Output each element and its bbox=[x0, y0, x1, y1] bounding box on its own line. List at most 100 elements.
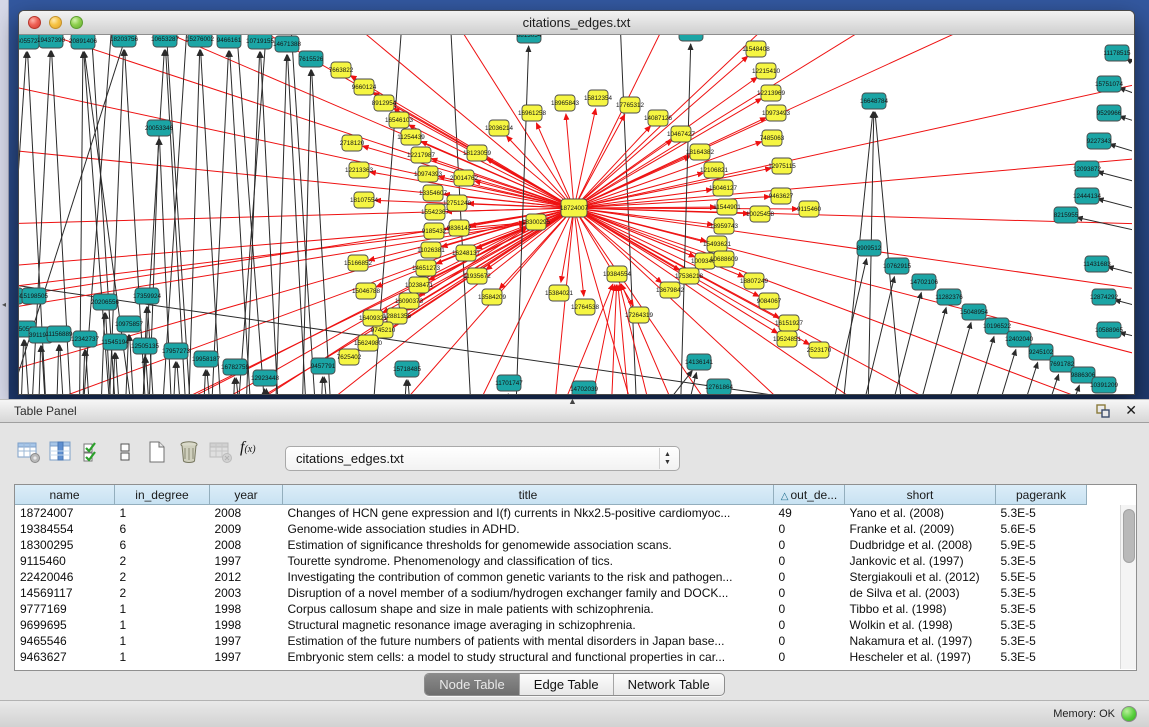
table-cell[interactable]: 5.5E-5 bbox=[996, 569, 1087, 585]
network-node[interactable]: 12761864 bbox=[705, 379, 734, 394]
network-node[interactable]: 18965843 bbox=[551, 95, 580, 111]
network-node[interactable]: 16961258 bbox=[518, 105, 547, 121]
network-node[interactable]: 8912954 bbox=[372, 95, 397, 111]
table-cell[interactable]: 18724007 bbox=[15, 505, 115, 522]
table-cell[interactable]: Dudbridge et al. (2008) bbox=[845, 537, 996, 553]
network-node[interactable]: 9185432 bbox=[422, 223, 447, 239]
network-node[interactable]: 10973493 bbox=[762, 105, 791, 121]
network-node[interactable]: 14702039 bbox=[570, 381, 599, 394]
table-cell[interactable]: Wolkin et al. (1998) bbox=[845, 617, 996, 633]
network-node[interactable]: 12213363 bbox=[345, 162, 374, 178]
table-cell[interactable]: 5.3E-5 bbox=[996, 585, 1087, 601]
network-node[interactable]: 8215955 bbox=[1054, 207, 1079, 223]
network-node[interactable]: 18959743 bbox=[710, 218, 739, 234]
network-node[interactable]: 16248137 bbox=[452, 245, 481, 261]
network-node[interactable]: 12874292 bbox=[1090, 289, 1119, 305]
table-settings-icon[interactable] bbox=[16, 439, 42, 465]
network-node[interactable]: 15718485 bbox=[393, 361, 422, 377]
network-node[interactable]: 14087126 bbox=[644, 110, 673, 126]
table-row[interactable]: 946362711997Embryonic stem cells: a mode… bbox=[15, 649, 1137, 665]
network-node[interactable]: 18123059 bbox=[463, 145, 492, 161]
hide-columns-icon[interactable] bbox=[112, 439, 138, 465]
new-column-icon[interactable] bbox=[144, 439, 170, 465]
network-node[interactable]: 11254439 bbox=[397, 129, 425, 145]
network-node[interactable]: 10653287 bbox=[151, 35, 180, 47]
column-header-short[interactable]: short bbox=[845, 485, 996, 505]
table-cell[interactable]: 1 bbox=[115, 649, 210, 665]
network-node[interactable]: 12923448 bbox=[251, 370, 280, 386]
table-cell[interactable]: 5.3E-5 bbox=[996, 601, 1087, 617]
network-node[interactable]: 15046788 bbox=[352, 283, 381, 299]
table-cell[interactable]: 2008 bbox=[210, 505, 283, 522]
table-cell[interactable]: 2003 bbox=[210, 585, 283, 601]
network-node[interactable]: 15751074 bbox=[1095, 76, 1124, 92]
table-cell[interactable]: 0 bbox=[774, 521, 845, 537]
network-node[interactable]: 15048954 bbox=[960, 304, 989, 320]
network-node[interactable]: 20014762 bbox=[450, 170, 479, 186]
table-cell[interactable]: 1 bbox=[115, 633, 210, 649]
table-cell[interactable]: Jankovic et al. (1997) bbox=[845, 553, 996, 569]
table-cell[interactable]: 0 bbox=[774, 601, 845, 617]
table-cell[interactable]: 5.3E-5 bbox=[996, 505, 1087, 522]
network-node[interactable]: 12444134 bbox=[1073, 188, 1102, 204]
table-cell[interactable]: Stergiakouli et al. (2012) bbox=[845, 569, 996, 585]
network-node[interactable]: 10975857 bbox=[115, 316, 144, 332]
table-cell[interactable]: Genome-wide association studies in ADHD. bbox=[283, 521, 774, 537]
network-node[interactable]: 18300295 bbox=[522, 214, 551, 230]
network-node[interactable]: 12751248 bbox=[443, 195, 472, 211]
function-builder-icon[interactable]: f(x) bbox=[240, 439, 266, 465]
table-cell[interactable]: 0 bbox=[774, 649, 845, 665]
table-row[interactable]: 2242004622012Investigating the contribut… bbox=[15, 569, 1137, 585]
table-cell[interactable]: 5.3E-5 bbox=[996, 553, 1087, 569]
splitter-handle[interactable]: ▲ bbox=[568, 396, 577, 406]
float-panel-icon[interactable] bbox=[1095, 403, 1111, 419]
network-node[interactable]: 11026381 bbox=[417, 242, 445, 258]
network-node[interactable]: 13679842 bbox=[656, 282, 685, 298]
network-node[interactable]: 11548408 bbox=[742, 41, 770, 57]
network-node[interactable]: 20053346 bbox=[145, 120, 174, 136]
table-cell[interactable]: 9777169 bbox=[15, 601, 115, 617]
network-node[interactable]: 16090373 bbox=[395, 293, 424, 309]
tab-network-table[interactable]: Network Table bbox=[614, 674, 724, 695]
network-node[interactable]: 2718120 bbox=[340, 135, 365, 151]
network-node[interactable]: 8909512 bbox=[857, 240, 882, 256]
network-node[interactable]: 9463627 bbox=[769, 188, 794, 204]
network-node[interactable]: 11701747 bbox=[495, 375, 523, 391]
table-cell[interactable]: 0 bbox=[774, 633, 845, 649]
table-cell[interactable]: 1997 bbox=[210, 649, 283, 665]
network-node[interactable]: 10196522 bbox=[983, 318, 1012, 334]
network-node[interactable]: 15624980 bbox=[354, 335, 383, 351]
table-row[interactable]: 969969511998Structural magnetic resonanc… bbox=[15, 617, 1137, 633]
network-node[interactable]: 12093872 bbox=[1073, 161, 1102, 177]
table-cell[interactable]: Tibbo et al. (1998) bbox=[845, 601, 996, 617]
network-node[interactable]: 16648784 bbox=[860, 93, 889, 109]
table-cell[interactable]: 6 bbox=[115, 521, 210, 537]
network-node[interactable]: 11544901 bbox=[713, 199, 741, 215]
network-node[interactable]: 18107554 bbox=[350, 192, 379, 208]
network-node[interactable]: 12217987 bbox=[407, 147, 436, 163]
table-cell[interactable]: 18300295 bbox=[15, 537, 115, 553]
table-row[interactable]: 977716911998Corpus callosum shape and si… bbox=[15, 601, 1137, 617]
table-cell[interactable]: 5.6E-5 bbox=[996, 521, 1087, 537]
network-node[interactable]: 13584209 bbox=[478, 289, 507, 305]
network-node[interactable]: 10974393 bbox=[414, 166, 443, 182]
table-cell[interactable]: Investigating the contribution of common… bbox=[283, 569, 774, 585]
table-cell[interactable]: 1 bbox=[115, 601, 210, 617]
table-cell[interactable]: Estimation of the future numbers of pati… bbox=[283, 633, 774, 649]
network-node[interactable]: 11935672 bbox=[463, 268, 491, 284]
table-cell[interactable]: 0 bbox=[774, 585, 845, 601]
network-node[interactable]: 7663822 bbox=[329, 62, 354, 78]
column-header-pagerank[interactable]: pagerank bbox=[996, 485, 1087, 505]
network-node[interactable]: 12764538 bbox=[571, 299, 600, 315]
network-node[interactable]: 18203756 bbox=[110, 35, 139, 47]
table-row[interactable]: 1456911722003Disruption of a novel membe… bbox=[15, 585, 1137, 601]
network-node[interactable]: 19384554 bbox=[603, 266, 632, 282]
network-node[interactable]: 12342737 bbox=[71, 331, 100, 347]
network-node[interactable]: 8813054 bbox=[517, 35, 542, 43]
table-cell[interactable]: Hescheler et al. (1997) bbox=[845, 649, 996, 665]
table-cell[interactable]: 1 bbox=[115, 505, 210, 522]
network-node[interactable]: 10688609 bbox=[710, 251, 739, 267]
table-cell[interactable]: Embryonic stem cells: a model to study s… bbox=[283, 649, 774, 665]
network-node[interactable]: 15812354 bbox=[584, 90, 613, 106]
network-node[interactable]: 16782759 bbox=[221, 359, 250, 375]
